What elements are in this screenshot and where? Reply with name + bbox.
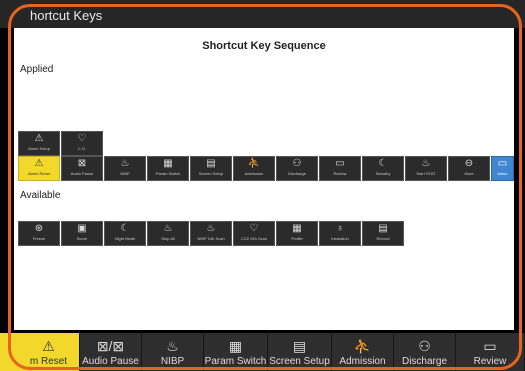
nibp-cuff-icon: ♨	[120, 158, 130, 169]
available-key-intubation[interactable]: ♁ Intubation	[319, 221, 361, 246]
param-switch-icon: ▦	[228, 338, 243, 354]
nibp-24h-icon: ♨	[206, 223, 216, 234]
shortcut-alarm-reset[interactable]: ⚠ m Reset	[0, 333, 80, 371]
standby-icon: ☾	[378, 158, 388, 169]
key-label: Alarm Setup	[27, 146, 50, 151]
screen-setup-icon: ▤	[206, 158, 216, 169]
key-label: Score	[76, 236, 88, 241]
score-icon: ▣	[77, 223, 87, 234]
review-icon: ▭	[335, 158, 345, 169]
review-icon: ▭	[483, 338, 497, 354]
key-label: NIBP 24h Scan	[197, 236, 225, 241]
alarm-reset-icon: ⚠	[42, 338, 55, 354]
shortcut-nibp[interactable]: ♨ NIBP	[142, 333, 204, 371]
available-key-nibp-24h-scan[interactable]: ♨ NIBP 24h Scan	[190, 221, 232, 246]
applied-key-review[interactable]: ▭ Review	[319, 156, 361, 181]
applied-key-start-stat[interactable]: ♨ Start STAT	[405, 156, 447, 181]
key-label: Start STAT	[416, 171, 436, 176]
heart-output-icon: ♡	[77, 133, 87, 144]
shortcut-label: Screen Setup	[269, 356, 330, 367]
discharge-icon: ⚇	[292, 158, 302, 169]
applied-key-more[interactable]: ⊖ More	[448, 156, 490, 181]
applied-section-label: Applied	[20, 64, 54, 75]
key-label: Record	[376, 236, 390, 241]
shortcut-label: m Reset	[29, 356, 68, 367]
applied-key-screen-setup[interactable]: ▤ Screen Setup	[190, 156, 232, 181]
audio-pause-icon: ⊠	[77, 158, 87, 169]
menu-icon: ▭	[497, 158, 508, 169]
key-label: Night Mode	[114, 236, 136, 241]
shortcut-review[interactable]: ▭ Review	[456, 333, 525, 371]
audio-pause-icon: ⊠/⊠	[96, 338, 125, 354]
nibp-cuff-icon: ♨	[166, 338, 179, 354]
admission-icon: ⛹	[247, 158, 261, 169]
shortcut-param-switch[interactable]: ▦ Param Switch	[204, 333, 268, 371]
key-label: Profile	[291, 236, 303, 241]
intubation-icon: ♁	[336, 223, 344, 234]
shortcut-label: Param Switch	[204, 356, 267, 367]
shortcut-admission[interactable]: ⛹ Admission	[332, 333, 394, 371]
shortcut-audio-pause[interactable]: ⊠/⊠ Audio Pause	[80, 333, 142, 371]
stop-all-icon: ♨	[163, 223, 173, 234]
shortcut-label: Audio Pause	[82, 356, 139, 367]
available-key-co2-24h-scan[interactable]: ♡ CO2 24h Scan	[233, 221, 275, 246]
page-title: Shortcut Key Sequence	[202, 40, 326, 52]
key-label: NIBP	[120, 171, 130, 176]
available-section-label: Available	[20, 190, 61, 201]
key-label: Stop All	[161, 236, 175, 241]
applied-key-menu[interactable]: ▭ Menu	[491, 156, 514, 181]
night-mode-icon: ☾	[120, 223, 130, 234]
freeze-icon: ⊛	[34, 223, 44, 234]
available-key-record[interactable]: ▤ Record	[362, 221, 404, 246]
applied-key-param-switch[interactable]: ▦ Param Switch	[147, 156, 189, 181]
applied-key-nibp[interactable]: ♨ NIBP	[104, 156, 146, 181]
shortcut-keys-panel: Shortcut Key Sequence Applied ⚠ Alarm Se…	[14, 28, 514, 330]
applied-key-co[interactable]: ♡ C.O.	[61, 131, 103, 156]
admission-icon: ⛹	[353, 338, 372, 354]
shortcut-discharge[interactable]: ⚇ Discharge	[394, 333, 456, 371]
key-label: Audio Pause	[70, 171, 94, 176]
shortcut-bar: ⚠ m Reset ⊠/⊠ Audio Pause ♨ NIBP ▦ Param…	[0, 333, 525, 371]
alarm-reset-icon: ⚠	[34, 158, 44, 169]
key-label: Intubation	[331, 236, 349, 241]
shortcut-label: Discharge	[401, 356, 448, 367]
co2-24h-icon: ♡	[249, 223, 259, 234]
applied-key-alarm-setup[interactable]: ⚠ Alarm Setup	[18, 131, 60, 156]
key-label: Standby	[375, 171, 391, 176]
start-stat-icon: ♨	[421, 158, 431, 169]
key-label: More	[464, 171, 474, 176]
shortcut-label: NIBP	[160, 356, 185, 367]
key-label: CO2 24h Scan	[240, 236, 268, 241]
applied-key-audio-pause[interactable]: ⊠ Audio Pause	[61, 156, 103, 181]
key-label: Review	[333, 171, 347, 176]
key-label: Param Switch	[155, 171, 181, 176]
alarm-setup-icon: ⚠	[34, 133, 44, 144]
available-key-score[interactable]: ▣ Score	[61, 221, 103, 246]
key-label: Admission	[244, 171, 264, 176]
applied-key-admission[interactable]: ⛹ Admission	[233, 156, 275, 181]
shortcut-label: Admission	[339, 356, 386, 367]
key-label: C.O.	[77, 146, 87, 151]
available-key-stop-all[interactable]: ♨ Stop All	[147, 221, 189, 246]
param-switch-icon: ▦	[163, 158, 173, 169]
available-key-freeze[interactable]: ⊛ Freeze	[18, 221, 60, 246]
shortcut-label: Review	[473, 356, 507, 367]
screen-setup-icon: ▤	[292, 338, 307, 354]
key-label: Alarm Reset	[27, 171, 50, 176]
key-label: Screen Setup	[198, 171, 224, 176]
more-icon: ⊖	[464, 158, 474, 169]
key-label: Freeze	[32, 236, 46, 241]
discharge-icon: ⚇	[418, 338, 431, 354]
available-key-night-mode[interactable]: ☾ Night Mode	[104, 221, 146, 246]
profile-icon: ▦	[292, 223, 302, 234]
record-icon: ▤	[378, 223, 388, 234]
shortcut-screen-setup[interactable]: ▤ Screen Setup	[268, 333, 332, 371]
key-label: Menu	[497, 171, 508, 176]
applied-key-standby[interactable]: ☾ Standby	[362, 156, 404, 181]
available-key-profile[interactable]: ▦ Profile	[276, 221, 318, 246]
window-title: hortcut Keys	[0, 0, 525, 28]
key-label: Discharge	[287, 171, 306, 176]
applied-key-discharge[interactable]: ⚇ Discharge	[276, 156, 318, 181]
applied-key-alarm-reset[interactable]: ⚠ Alarm Reset	[18, 156, 60, 181]
